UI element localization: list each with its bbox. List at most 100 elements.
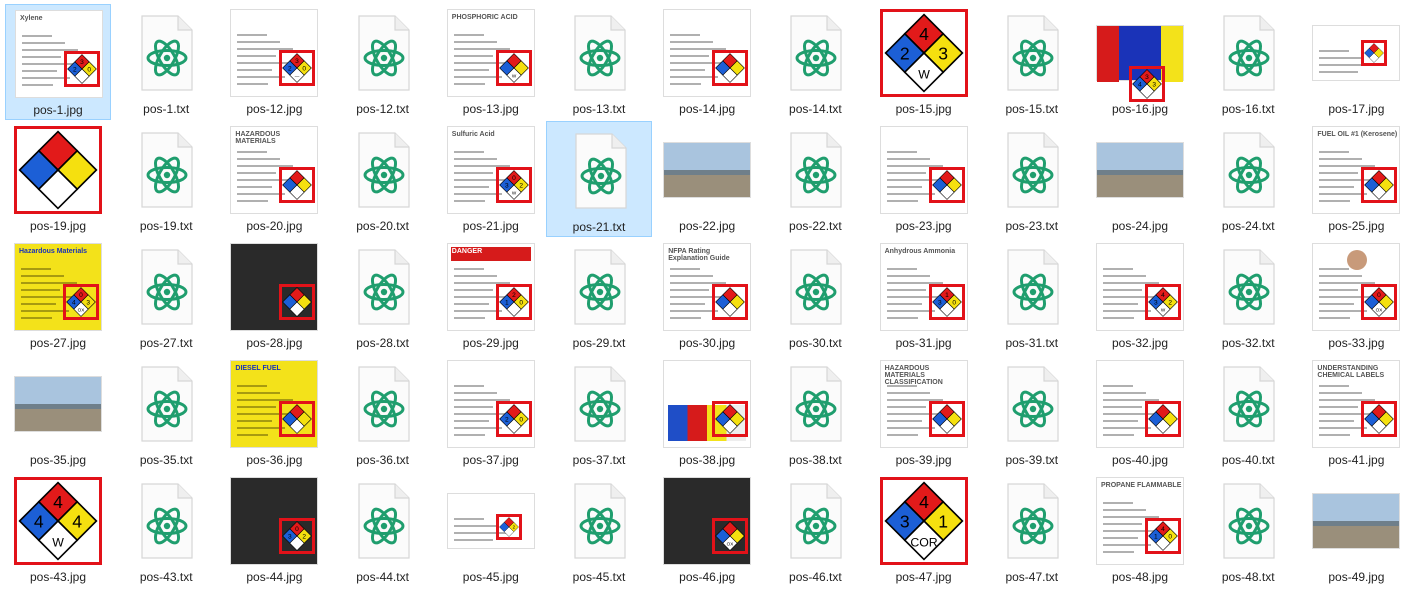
highlight-box [879,477,968,565]
file-name-label: pos-1.txt [143,102,190,116]
highlight-box [879,9,968,97]
image-file-item[interactable]: 2 pos-45.jpg [438,472,544,588]
image-file-item[interactable]: pos-19.jpg [5,121,111,237]
file-name-label: pos-28.txt [356,336,409,350]
image-file-item[interactable]: PROPANE FLAMMABLE 4 1 0 pos-48.jpg [1087,472,1193,588]
file-name-label: pos-32.jpg [1111,336,1169,350]
image-file-item[interactable]: 0 3 2 pos-44.jpg [221,472,327,588]
thumbnail-caption: PROPANE FLAMMABLE [1101,482,1182,489]
text-file-item[interactable]: pos-23.txt [979,121,1085,237]
image-file-item[interactable]: 3 4 3 pos-16.jpg [1087,4,1193,120]
text-file-item[interactable]: pos-24.txt [1195,121,1301,237]
image-file-item[interactable]: 4 3 1 COR pos-47.jpg [871,472,977,588]
image-file-item[interactable]: pos-24.jpg [1087,121,1193,237]
image-file-item[interactable]: UNDERSTANDING CHEMICAL LABELS pos-41.jpg [1303,355,1409,471]
image-thumbnail: FUEL OIL #1 (Kerosene) [1312,126,1401,214]
text-file-item[interactable]: pos-15.txt [979,4,1085,120]
text-file-item[interactable]: pos-27.txt [113,238,219,354]
file-name-label: pos-39.txt [1005,453,1059,467]
text-file-item[interactable]: pos-43.txt [113,472,219,588]
image-file-item[interactable]: HAZARDOUS MATERIALS CLASSIFICATION pos-39… [871,355,977,471]
file-thumbnail [553,358,645,450]
atom-file-icon [574,483,626,559]
file-name-label: pos-35.txt [139,453,193,467]
file-thumbnail [553,475,645,567]
text-file-item[interactable]: pos-29.txt [546,238,652,354]
image-file-item[interactable]: pos-49.jpg [1303,472,1409,588]
image-file-item[interactable]: FUEL OIL #1 (Kerosene) pos-25.jpg [1303,121,1409,237]
text-file-item[interactable]: pos-20.txt [330,121,436,237]
image-file-item[interactable]: Sulfuric Acid 0 3 2 W pos-21.jpg [438,121,544,237]
text-file-item[interactable]: pos-19.txt [113,121,219,237]
image-file-item[interactable]: DANGER 2 1 0 pos-29.jpg [438,238,544,354]
text-file-item[interactable]: pos-1.txt [113,4,219,120]
text-file-item[interactable]: pos-39.txt [979,355,1085,471]
image-file-item[interactable]: Hazardous Materials 0 4 3 OX pos-27.jpg [5,238,111,354]
image-file-item[interactable]: OX pos-46.jpg [654,472,760,588]
file-name-label: pos-48.jpg [1111,570,1169,584]
image-file-item[interactable]: PHOSPHORIC ACID W pos-13.jpg [438,4,544,120]
image-file-item[interactable]: Xylene 3 2 0 pos-1.jpg [5,4,111,120]
file-thumbnail: Sulfuric Acid 0 3 2 W [445,124,537,216]
file-thumbnail: 432W [1094,241,1186,333]
file-name-label: pos-15.jpg [895,102,952,116]
image-file-item[interactable]: Anhydrous Ammonia 1 3 0 pos-31.jpg [871,238,977,354]
text-file-item[interactable]: pos-30.txt [762,238,868,354]
file-name-label: pos-20.jpg [246,219,303,233]
text-file-item[interactable]: pos-36.txt [330,355,436,471]
text-file-item[interactable]: pos-46.txt [762,472,868,588]
atom-file-icon [357,366,410,442]
text-file-item[interactable]: pos-48.txt [1195,472,1301,588]
image-file-item[interactable]: 2 0 pos-37.jpg [438,355,544,471]
image-file-item[interactable]: 0 OX pos-33.jpg [1303,238,1409,354]
text-file-item[interactable]: pos-44.txt [330,472,436,588]
text-file-item[interactable]: pos-35.txt [113,355,219,471]
file-thumbnail: HAZARDOUS MATERIALS [228,124,320,216]
image-file-item[interactable]: 3 2 0— pos-12.jpg [221,4,327,120]
image-file-item[interactable]: pos-35.jpg [5,355,111,471]
file-thumbnail: FUEL OIL #1 (Kerosene) [1310,124,1402,216]
image-file-item[interactable]: DIESEL FUEL pos-36.jpg [221,355,327,471]
image-file-item[interactable]: 4 2 3 W pos-15.jpg [871,4,977,120]
image-file-item[interactable]: pos-38.jpg [654,355,760,471]
file-thumbnail: 423W [878,7,970,99]
file-name-label: pos-1.jpg [33,103,83,117]
image-file-item[interactable]: 4 3 2 W pos-32.jpg [1087,238,1193,354]
text-file-item[interactable]: pos-31.txt [979,238,1085,354]
image-file-item[interactable]: 4 4 4 W pos-43.jpg [5,472,111,588]
text-file-item[interactable]: pos-40.txt [1195,355,1301,471]
file-name-label: pos-40.txt [1221,453,1275,467]
image-file-item[interactable]: pos-28.jpg [221,238,327,354]
image-file-item[interactable]: pos-40.jpg [1087,355,1193,471]
text-file-item[interactable]: pos-16.txt [1195,4,1301,120]
image-file-item[interactable]: HAZARDOUS MATERIALS pos-20.jpg [221,121,327,237]
image-file-item[interactable]: pos-22.jpg [654,121,760,237]
text-file-item[interactable]: pos-13.txt [546,4,652,120]
text-file-item[interactable]: pos-37.txt [546,355,652,471]
file-name-label: pos-41.jpg [1328,453,1385,467]
text-file-item[interactable]: pos-45.txt [546,472,652,588]
text-file-item[interactable]: pos-38.txt [762,355,868,471]
text-file-item[interactable]: pos-12.txt [330,4,436,120]
file-thumbnail [986,475,1078,567]
file-thumbnail [1202,124,1294,216]
text-file-item[interactable]: pos-32.txt [1195,238,1301,354]
atom-file-icon [1223,249,1275,325]
image-thumbnail: Anhydrous Ammonia 1 3 0 [879,243,968,331]
highlight-box [928,167,965,203]
file-thumbnail [337,124,429,216]
text-file-item[interactable]: pos-47.txt [979,472,1085,588]
highlight-box [495,50,532,86]
text-file-item[interactable]: pos-14.txt [762,4,868,120]
highlight-box [279,284,316,320]
image-file-item[interactable]: pos-23.jpg [871,121,977,237]
text-file-item[interactable]: pos-28.txt [330,238,436,354]
text-file-item[interactable]: pos-21.txt [546,121,652,237]
image-file-item[interactable]: pos-17.jpg [1303,4,1409,120]
thumbnail-caption: UNDERSTANDING CHEMICAL LABELS [1317,365,1385,379]
image-file-item[interactable]: NFPA Rating Explanation Guide pos-30.jpg [654,238,760,354]
file-thumbnail [120,7,212,99]
file-name-label: pos-45.txt [572,570,626,584]
image-file-item[interactable]: pos-14.jpg [654,4,760,120]
text-file-item[interactable]: pos-22.txt [762,121,868,237]
